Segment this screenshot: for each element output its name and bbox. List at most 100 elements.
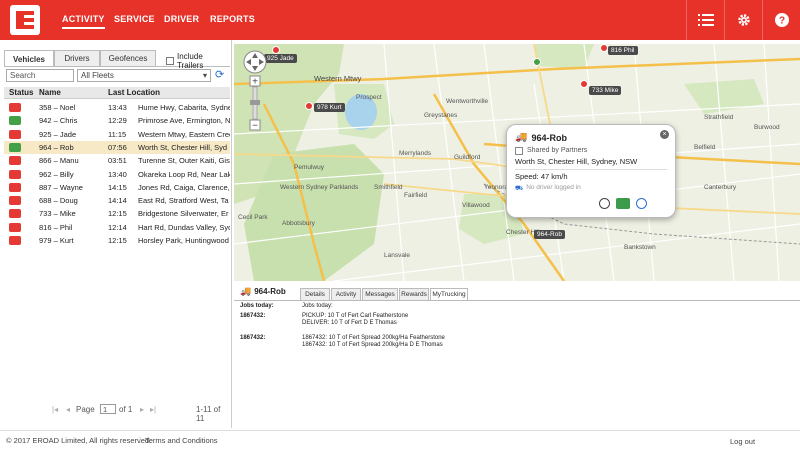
popup-actions (599, 198, 647, 209)
svg-text:+: + (252, 77, 258, 88)
col-status[interactable]: Status (9, 88, 33, 97)
vehicle-map-tag[interactable]: 925 Jade (264, 54, 297, 63)
tab-geofences[interactable]: Geofences (100, 50, 156, 66)
vehicle-name: 866 – Manu (39, 156, 79, 166)
tab-messages[interactable]: Messages (362, 288, 398, 300)
close-icon[interactable]: × (660, 130, 669, 139)
tab-activity[interactable]: Activity (331, 288, 361, 300)
vehicle-name: 942 – Chris (39, 116, 78, 126)
vehicle-row[interactable]: 942 – Chris 12:29 Primrose Ave, Ermington,… (4, 114, 230, 127)
popup-driver-text: No driver logged in (526, 184, 581, 191)
map-view[interactable]: Western Mtwy Prospect Pemulwuy Wentworth… (234, 44, 800, 281)
vehicle-map-tag[interactable]: 978 Kurt (314, 103, 345, 112)
vehicle-row[interactable]: 816 – Phil 12:14 Hart Rd, Dundas Valley, S… (4, 221, 230, 234)
map-place-label: Strathfield (704, 114, 734, 121)
refresh-icon[interactable]: ⟳ (215, 68, 224, 81)
map-place-label: Pemulwuy (294, 164, 324, 171)
map-place-label: Lansvale (384, 252, 411, 259)
vehicle-map-tag[interactable]: 733 Mike (589, 86, 622, 95)
vehicle-time: 12:29 (108, 116, 127, 126)
vehicle-location: East Rd, Stratford West, Ta (138, 196, 229, 206)
vehicle-details-panel: 🚚 964-Rob Details Activity Messages Rewa… (234, 282, 800, 428)
vehicle-time: 12:15 (108, 236, 127, 245)
vehicle-search-input[interactable]: Search (6, 69, 74, 82)
gear-icon[interactable] (724, 0, 762, 40)
vehicle-location: Jones Rd, Caiga, Clarence, (138, 182, 230, 192)
map-place-label: Bankstown (624, 244, 656, 251)
job-line: 1867432: 10 T of Fert Spread 200kg/Ha D … (302, 342, 443, 348)
vehicle-row[interactable]: 733 – Mike 12:15 Bridgestone Silverwater, … (4, 207, 230, 220)
vehicle-pin-red[interactable] (305, 102, 313, 110)
nav-service[interactable]: SERVICE (114, 14, 155, 24)
tab-mytrucking[interactable]: MyTrucking (430, 288, 468, 300)
status-icon (9, 156, 21, 166)
help-icon[interactable]: ? (762, 0, 800, 40)
vehicle-name: 979 – Kurt (39, 236, 74, 245)
fleet-select[interactable]: All Fleets ▾ (77, 69, 211, 82)
page-number-input[interactable]: 1 (100, 404, 116, 414)
col-last-location[interactable]: Last Location (108, 88, 160, 97)
map-place-label: Western Sydney Parklands (280, 184, 359, 191)
popup-shared-text: Shared by Partners (527, 147, 588, 154)
popup-divider (515, 169, 667, 170)
vehicle-row[interactable]: 358 – Noel 13:43 Hume Hwy, Cabarita, Sydne (4, 101, 230, 114)
terms-link[interactable]: Terms and Conditions (145, 436, 218, 445)
vehicle-map-tag[interactable]: 964-Rob (534, 230, 565, 239)
tab-rewards[interactable]: Rewards (399, 288, 429, 300)
logout-link[interactable]: Log out (730, 437, 755, 446)
status-icon (9, 182, 21, 192)
vehicle-row[interactable]: 979 – Kurt 12:15 Horsley Park, Huntingwood (4, 234, 230, 247)
tab-details[interactable]: Details (300, 288, 330, 300)
page-range: 1-11 of 11 (196, 405, 221, 423)
vehicle-time: 11:15 (108, 129, 127, 139)
vehicle-row[interactable]: 925 – Jade 11:15 Western Mtwy, Eastern Cre… (4, 128, 230, 141)
vehicle-map-tag[interactable]: 816 Phil (608, 46, 638, 55)
zoom-to-icon[interactable] (599, 198, 610, 209)
nav-reports[interactable]: REPORTS (210, 14, 255, 24)
next-page-icon[interactable]: ▸ (140, 405, 144, 414)
status-icon (9, 236, 21, 245)
first-page-icon[interactable]: |◂ (52, 405, 58, 414)
status-icon (9, 169, 21, 179)
nav-driver[interactable]: DRIVER (164, 14, 199, 24)
map-place-label: Cecil Park (238, 214, 268, 221)
nav-activity[interactable]: ACTIVITY (62, 14, 105, 29)
map-place-label: Abbotsbury (282, 220, 315, 227)
vehicle-pin-red[interactable] (580, 80, 588, 88)
jobs-today-label: Jobs today: (240, 303, 274, 309)
message-icon[interactable] (616, 198, 630, 209)
vehicle-row[interactable]: 887 – Wayne 14:15 Jones Rd, Caiga, Clarenc… (4, 181, 230, 194)
vehicle-pin-green[interactable] (533, 58, 541, 66)
vehicle-pin-red[interactable] (600, 44, 608, 52)
map-place-label: Canterbury (704, 184, 737, 191)
col-name[interactable]: Name (39, 88, 61, 97)
vehicle-pin-red[interactable] (272, 46, 280, 54)
vehicle-row[interactable]: 962 – Billy 13:40 Okareka Loop Rd, Near La… (4, 168, 230, 181)
vehicles-table-header: Status Name Last Location (4, 87, 230, 99)
vehicle-row[interactable]: 866 – Manu 03:51 Turenne St, Outer Kaiti, … (4, 154, 230, 167)
checklist-icon[interactable] (686, 0, 724, 40)
popup-speed: Speed: 47 km/h (515, 172, 568, 181)
map-place-label: Fairfield (404, 192, 428, 199)
vehicle-row[interactable]: 688 – Doug 14:14 East Rd, Stratford West, … (4, 194, 230, 207)
popup-title: 964-Rob (531, 132, 567, 143)
map-place-label: Greystanes (424, 112, 458, 119)
include-trailers-checkbox[interactable] (166, 57, 174, 65)
settings-icon[interactable] (636, 198, 647, 209)
vehicle-time: 12:14 (108, 222, 127, 232)
status-icon (9, 129, 21, 139)
tab-vehicles[interactable]: Vehicles (4, 50, 54, 67)
tab-drivers[interactable]: Drivers (54, 50, 100, 66)
truck-icon: 🚚 (515, 132, 528, 143)
eroad-logo[interactable] (10, 5, 40, 35)
vehicle-name: 887 – Wayne (39, 182, 83, 192)
vehicles-panel: Vehicles Drivers Geofences Include Trail… (0, 40, 232, 428)
share-icon (515, 147, 523, 155)
chevron-down-icon: ▾ (202, 71, 207, 80)
job-line: 1867432: 10 T of Fert Spread 200kg/Ha Fe… (302, 335, 445, 341)
last-page-icon[interactable]: ▸| (150, 405, 156, 414)
vehicle-row[interactable]: 964 – Rob 07:56 Worth St, Chester Hill, Sy… (4, 140, 230, 154)
prev-page-icon[interactable]: ◂ (66, 405, 70, 414)
status-icon (9, 116, 21, 126)
vehicle-location: Okareka Loop Rd, Near Lak (138, 169, 230, 179)
